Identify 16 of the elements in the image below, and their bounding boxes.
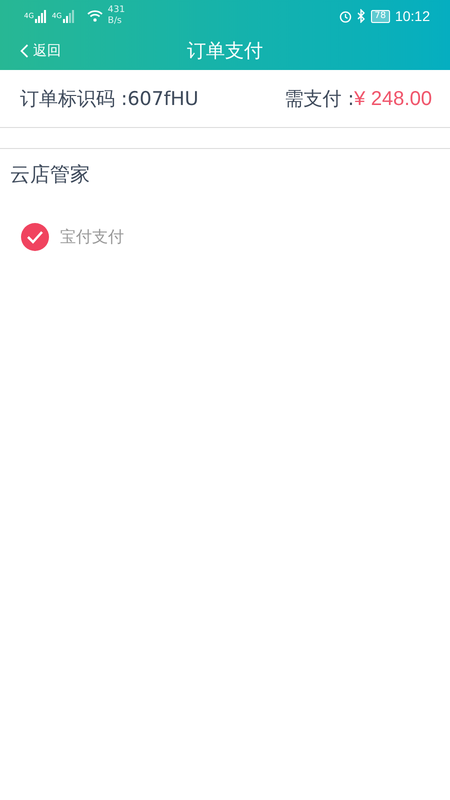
merchant-name: 云店管家 (10, 162, 90, 186)
page-title: 订单支付 (187, 40, 263, 62)
signal-icon (34, 9, 47, 23)
chevron-left-icon (20, 44, 29, 58)
speed-value: 431 (108, 5, 125, 16)
back-button[interactable]: 返回 (20, 42, 61, 60)
payment-option[interactable]: 宝付支付 (20, 222, 124, 252)
speed-unit: B/s (108, 16, 123, 27)
battery-level: 78 (370, 10, 390, 22)
amount-due: 需支付 :¥ 248.00 (284, 86, 432, 112)
alarm-icon (338, 10, 352, 22)
wifi-icon (86, 10, 103, 22)
clock-time: 10:12 (394, 8, 430, 24)
bluetooth-icon (356, 9, 366, 23)
order-id: 订单标识码 :607fHU (20, 86, 199, 112)
signal-icon (62, 9, 75, 23)
